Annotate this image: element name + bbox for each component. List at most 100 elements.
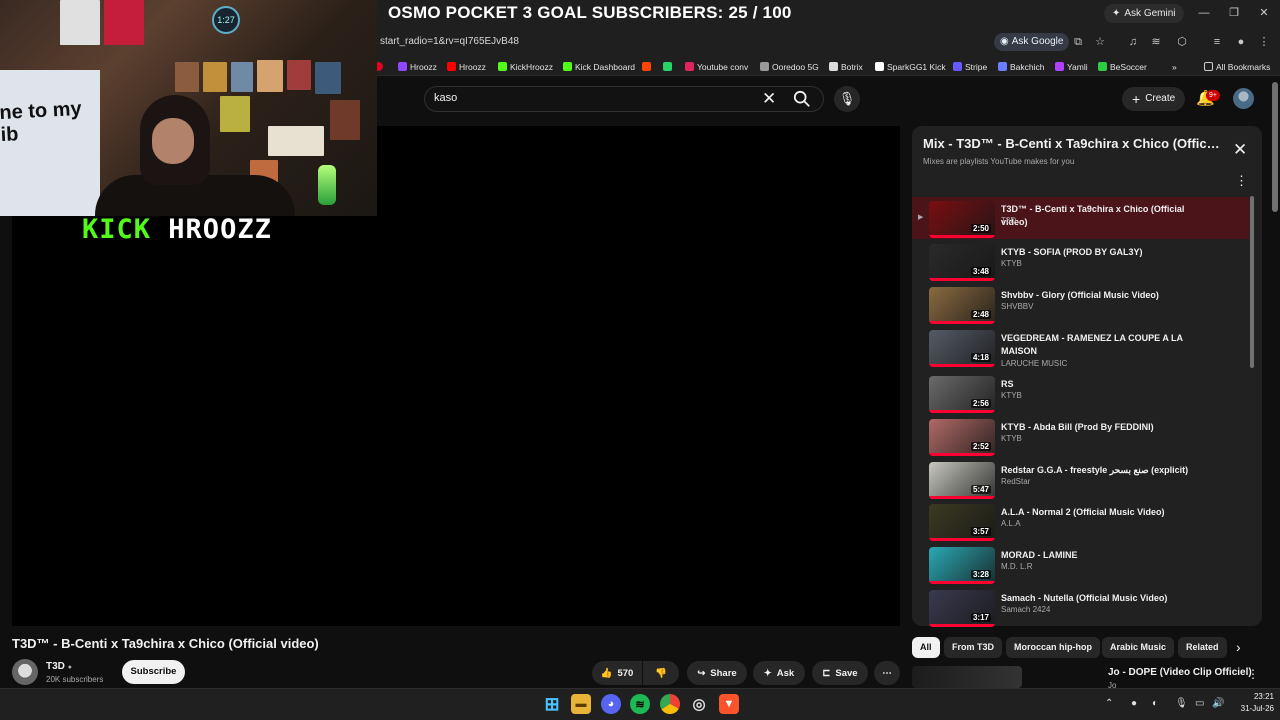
extensions-puzzle-icon[interactable]: ⬡ bbox=[1175, 35, 1189, 49]
like-button[interactable]: 👍 570 bbox=[592, 661, 642, 685]
playlist-item[interactable]: 2:52 KTYB - Abda Bill (Prod By FEDDINI) KT… bbox=[912, 415, 1249, 457]
bookmark-item[interactable]: Ooredoo 5G bbox=[760, 60, 819, 73]
extension-icon[interactable]: ♫ bbox=[1126, 35, 1140, 49]
tray-app-icon[interactable]: ● bbox=[1131, 698, 1137, 709]
bookmark-item[interactable]: Hroozz bbox=[447, 60, 486, 73]
ask-gemini-button[interactable]: ✦ Ask Gemini bbox=[1104, 4, 1184, 23]
filter-chip[interactable]: Moroccan hip-hop bbox=[1006, 637, 1100, 658]
playlist-item[interactable]: 4:18 VEGEDREAM - RAMENEZ LA COUPE A LA MA… bbox=[912, 326, 1249, 372]
bookmark-item[interactable]: BeSoccer bbox=[1098, 60, 1147, 73]
filter-chip[interactable]: Related bbox=[1178, 637, 1227, 658]
playlist-item-thumbnail[interactable]: 3:48 bbox=[929, 244, 995, 281]
all-bookmarks[interactable]: All Bookmarks bbox=[1204, 60, 1270, 73]
page-scrollbar[interactable] bbox=[1272, 82, 1278, 212]
channel-avatar[interactable] bbox=[12, 659, 38, 685]
subscribe-button[interactable]: Subscribe bbox=[122, 660, 185, 684]
playlist-more-icon[interactable]: ⋮ bbox=[1235, 173, 1248, 189]
brave-icon[interactable]: ▼ bbox=[719, 694, 739, 714]
bookmark-item[interactable]: Kick Dashboard bbox=[563, 60, 635, 73]
playlist-item[interactable]: ▶ 2:50 T3D™ - B-Centi x Ta9chira x Chico (… bbox=[912, 197, 1249, 239]
display-tray-icon[interactable]: ▭ bbox=[1195, 698, 1204, 709]
watched-progress-bar bbox=[929, 496, 995, 499]
voice-search-mic-icon[interactable]: 🎙 bbox=[834, 86, 860, 112]
share-button[interactable]: ↪ Share bbox=[687, 661, 747, 685]
chips-next-chevron-icon[interactable]: › bbox=[1236, 639, 1241, 655]
playlist-title[interactable]: Mix - T3D™ - B-Centi x Ta9chira x Chico … bbox=[923, 136, 1223, 151]
playlist-item[interactable]: 5:47 Redstar G.G.A - freestyle صنع بسحر (… bbox=[912, 458, 1249, 500]
more-actions-icon[interactable]: ⋯ bbox=[874, 661, 900, 685]
bookmark-item[interactable]: Botrix bbox=[829, 60, 863, 73]
filter-chip[interactable]: Arabic Music bbox=[1102, 637, 1175, 658]
bookmark-item[interactable]: Yamli bbox=[1055, 60, 1088, 73]
minimize-icon[interactable]: — bbox=[1196, 5, 1212, 21]
volume-tray-icon[interactable]: 🔊 bbox=[1212, 698, 1224, 709]
playlist-item-thumbnail[interactable]: 2:52 bbox=[929, 419, 995, 456]
taskbar-date[interactable]: 31-Jul-26 bbox=[1232, 704, 1274, 713]
playlist-item-thumbnail[interactable]: 2:48 bbox=[929, 287, 995, 324]
ask-button[interactable]: ✦ Ask bbox=[753, 661, 805, 685]
playlist-item-thumbnail[interactable]: 3:57 bbox=[929, 504, 995, 541]
playlist-item[interactable]: 3:57 A.L.A - Normal 2 (Official Music Vid… bbox=[912, 500, 1249, 542]
playlist-item-thumbnail[interactable]: 4:18 bbox=[929, 330, 995, 367]
playlist-item[interactable]: 3:17 Samach - Nutella (Official Music Vid… bbox=[912, 586, 1249, 628]
search-input[interactable] bbox=[434, 92, 734, 104]
playlist-item[interactable]: 2:48 Shvbbv - Glory (Official Music Video… bbox=[912, 283, 1249, 325]
bookmark-item[interactable]: SparkGG1 Kick bbox=[875, 60, 946, 73]
playlist-scrollbar[interactable] bbox=[1250, 196, 1254, 368]
search-icon[interactable] bbox=[793, 90, 811, 108]
bookmark-item[interactable] bbox=[663, 60, 672, 73]
filter-chip[interactable]: From T3D bbox=[944, 637, 1003, 658]
kick-logo-part2: HROOZZ bbox=[168, 214, 272, 245]
save-button[interactable]: ⊏ Save bbox=[812, 661, 868, 685]
dislike-button[interactable]: 👎 bbox=[643, 661, 679, 685]
profile-icon[interactable]: ● bbox=[1234, 35, 1248, 49]
chrome-icon[interactable] bbox=[660, 694, 680, 714]
microphone-tray-icon[interactable]: 🎙 bbox=[1175, 698, 1188, 709]
playlist-item-thumbnail[interactable]: 3:28 bbox=[929, 547, 995, 584]
windows-start-icon[interactable]: ⊞ bbox=[542, 694, 562, 714]
create-button[interactable]: + Create bbox=[1122, 87, 1186, 111]
bookmark-item[interactable]: Stripe bbox=[953, 60, 987, 73]
playlist-item[interactable]: 2:56 RS KTYB bbox=[912, 372, 1249, 414]
up-next-thumbnail[interactable] bbox=[912, 666, 1022, 688]
spotify-icon[interactable]: ≋ bbox=[630, 694, 650, 714]
account-avatar[interactable] bbox=[1233, 88, 1254, 109]
bookmarks-overflow-chevron-icon[interactable]: » bbox=[1172, 60, 1177, 73]
restore-icon[interactable]: ❐ bbox=[1226, 5, 1242, 21]
tray-app2-icon[interactable]: ◐ bbox=[1152, 698, 1158, 709]
like-count: 570 bbox=[617, 667, 634, 679]
bookmark-item[interactable]: Youtube conv bbox=[685, 60, 748, 73]
file-explorer-icon[interactable]: ▬ bbox=[571, 694, 591, 714]
tray-chevron-icon[interactable]: ⌃ bbox=[1105, 698, 1113, 709]
obs-icon[interactable]: ◎ bbox=[689, 694, 709, 714]
bookmark-item[interactable]: Hroozz bbox=[398, 60, 437, 73]
playlist-item-channel: T3D bbox=[1001, 216, 1017, 225]
playlist-item[interactable]: 3:48 KTYB - SOFIA (PROD BY GAL3Y) KTYB bbox=[912, 240, 1249, 282]
bookmark-item[interactable]: KickHroozz bbox=[498, 60, 553, 73]
playlist-item-thumbnail[interactable]: 5:47 bbox=[929, 462, 995, 499]
playlist-item-channel: KTYB bbox=[1001, 434, 1022, 443]
playlist-item-thumbnail[interactable]: 3:17 bbox=[929, 590, 995, 627]
close-playlist-icon[interactable]: ✕ bbox=[1233, 140, 1247, 160]
media-controls-icon[interactable]: ≡ bbox=[1210, 35, 1224, 49]
extension-wave-icon[interactable]: ≋ bbox=[1149, 35, 1163, 49]
url-text[interactable]: start_radio=1&rv=qI765EJvB48 bbox=[380, 36, 519, 47]
playlist-item[interactable]: 3:28 MORAD - LAMINE M.D. L.R bbox=[912, 543, 1249, 585]
up-next-more-icon[interactable]: ⋮ bbox=[1247, 667, 1259, 681]
clear-search-icon[interactable]: ✕ bbox=[762, 89, 776, 109]
close-window-icon[interactable]: ✕ bbox=[1256, 5, 1272, 21]
bookmark-item[interactable]: Bakchich bbox=[998, 60, 1045, 73]
bookmark-item[interactable] bbox=[642, 60, 651, 73]
bookmark-label: Youtube conv bbox=[697, 61, 749, 72]
up-next-title[interactable]: Jo - DOPE (Video Clip Officiel) bbox=[1108, 667, 1252, 678]
playlist-item-thumbnail[interactable]: 2:56 bbox=[929, 376, 995, 413]
taskbar-time[interactable]: 23:21 bbox=[1246, 692, 1274, 701]
bookmark-star-icon[interactable]: ☆ bbox=[1093, 35, 1107, 49]
ask-google-button[interactable]: ◉ Ask Google bbox=[994, 33, 1070, 51]
browser-menu-icon[interactable]: ⋮ bbox=[1257, 35, 1271, 49]
playlist-item-thumbnail[interactable]: 2:50 bbox=[929, 201, 995, 238]
discord-icon[interactable]: ◕ bbox=[601, 694, 621, 714]
translate-icon[interactable]: ⧉ bbox=[1071, 35, 1085, 49]
channel-name[interactable]: T3D ● bbox=[46, 661, 72, 672]
filter-chip[interactable]: All bbox=[912, 637, 940, 658]
